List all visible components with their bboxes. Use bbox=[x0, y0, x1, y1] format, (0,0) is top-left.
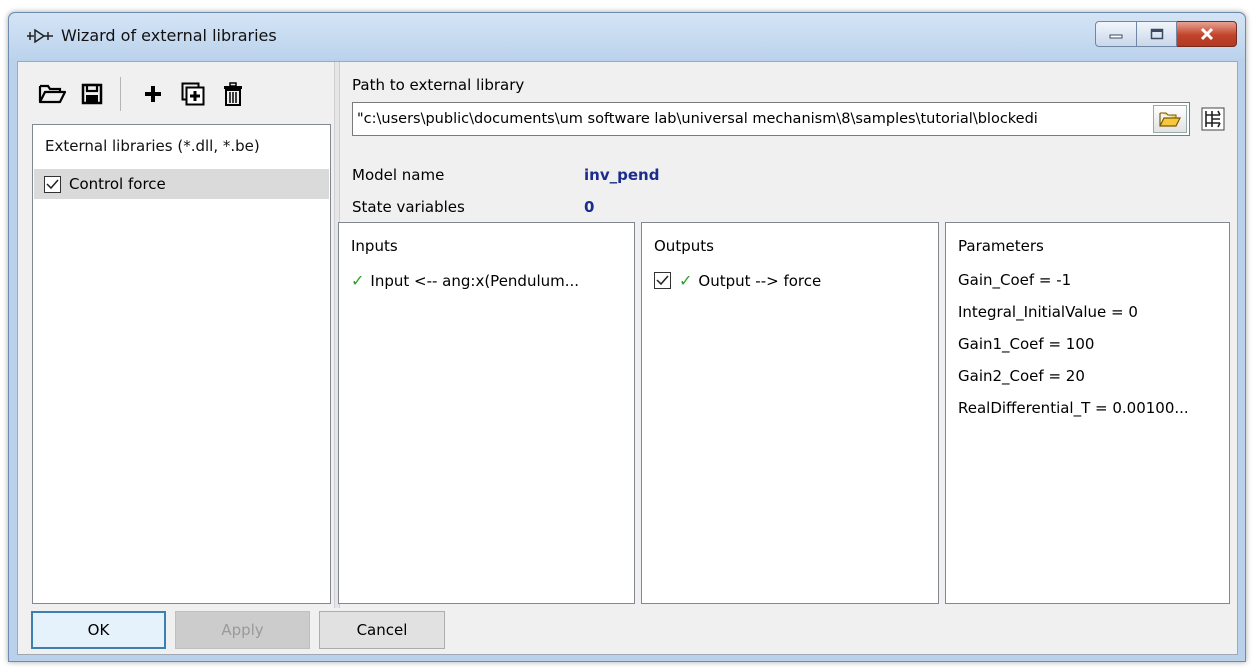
save-icon bbox=[81, 83, 103, 105]
state-variables-value: 0 bbox=[584, 198, 595, 216]
add-copy-icon bbox=[181, 82, 205, 106]
close-button[interactable] bbox=[1177, 21, 1237, 47]
input-item[interactable]: ✓ Input <-- ang:x(Pendulum... bbox=[351, 271, 579, 290]
checkmark-icon bbox=[656, 275, 669, 286]
dialog-window: Wizard of external libraries External li… bbox=[8, 12, 1246, 662]
library-list-header: External libraries (*.dll, *.be) bbox=[45, 137, 260, 155]
outputs-panel[interactable]: Outputs ✓ Output --> force bbox=[641, 222, 939, 604]
inputs-title: Inputs bbox=[351, 237, 398, 255]
dialog-client-area: External libraries (*.dll, *.be) Control… bbox=[17, 61, 1238, 655]
inputs-panel[interactable]: Inputs ✓ Input <-- ang:x(Pendulum... bbox=[338, 222, 635, 604]
parameters-title: Parameters bbox=[958, 237, 1044, 255]
path-value[interactable]: "c:\users\public\documents\um software l… bbox=[353, 111, 1143, 127]
input-item-label: Input <-- ang:x(Pendulum... bbox=[370, 271, 580, 290]
wizard-icon bbox=[27, 29, 53, 43]
apply-button[interactable]: Apply bbox=[175, 611, 310, 649]
library-toolbar bbox=[32, 74, 253, 114]
add-icon bbox=[145, 86, 161, 102]
connected-check-icon: ✓ bbox=[679, 271, 693, 290]
model-name-value: inv_pend bbox=[584, 166, 660, 184]
parameters-panel[interactable]: Parameters Gain_Coef = -1 Integral_Initi… bbox=[945, 222, 1230, 604]
add-copy-button[interactable] bbox=[173, 76, 213, 112]
parameter-item[interactable]: Gain2_Coef = 20 bbox=[958, 367, 1085, 385]
window-title: Wizard of external libraries bbox=[61, 26, 277, 45]
library-list[interactable]: External libraries (*.dll, *.be) Control… bbox=[32, 124, 331, 604]
parameter-item[interactable]: RealDifferential_T = 0.00100... bbox=[958, 399, 1189, 417]
connected-check-icon: ✓ bbox=[351, 271, 365, 290]
output-checkbox[interactable] bbox=[654, 272, 671, 289]
add-button[interactable] bbox=[133, 76, 173, 112]
maximize-button[interactable] bbox=[1137, 21, 1177, 47]
trash-icon bbox=[224, 82, 242, 106]
open-folder-icon bbox=[1159, 112, 1181, 127]
cancel-button[interactable]: Cancel bbox=[319, 611, 445, 649]
outputs-title: Outputs bbox=[654, 237, 714, 255]
library-item-label: Control force bbox=[69, 175, 166, 193]
block-editor-icon bbox=[1201, 107, 1225, 131]
parameter-item[interactable]: Gain_Coef = -1 bbox=[958, 271, 1071, 289]
parameter-item[interactable]: Gain1_Coef = 100 bbox=[958, 335, 1094, 353]
window-controls bbox=[1095, 21, 1237, 47]
model-name-label: Model name bbox=[352, 166, 445, 184]
save-button[interactable] bbox=[72, 76, 112, 112]
path-label: Path to external library bbox=[352, 76, 525, 94]
toolbar-separator bbox=[120, 77, 121, 111]
open-button[interactable] bbox=[32, 76, 72, 112]
parameter-item[interactable]: Integral_InitialValue = 0 bbox=[958, 303, 1138, 321]
library-checkbox[interactable] bbox=[44, 175, 61, 193]
maximize-icon bbox=[1150, 28, 1163, 40]
edit-library-button[interactable] bbox=[1196, 102, 1230, 136]
ok-button[interactable]: OK bbox=[31, 611, 166, 649]
minimize-icon bbox=[1109, 34, 1123, 39]
minimize-button[interactable] bbox=[1095, 21, 1137, 47]
output-item-label: Output --> force bbox=[698, 271, 822, 290]
title-bar[interactable]: Wizard of external libraries bbox=[9, 13, 1245, 59]
state-variables-label: State variables bbox=[352, 198, 465, 216]
library-item-control-force[interactable]: Control force bbox=[34, 169, 329, 199]
output-item[interactable]: ✓ Output --> force bbox=[654, 271, 821, 290]
browse-button[interactable] bbox=[1153, 105, 1187, 133]
open-folder-icon bbox=[38, 84, 66, 104]
close-icon bbox=[1200, 27, 1213, 41]
delete-button[interactable] bbox=[213, 76, 253, 112]
checkmark-icon bbox=[46, 179, 59, 189]
path-input[interactable]: "c:\users\public\documents\um software l… bbox=[352, 102, 1190, 136]
